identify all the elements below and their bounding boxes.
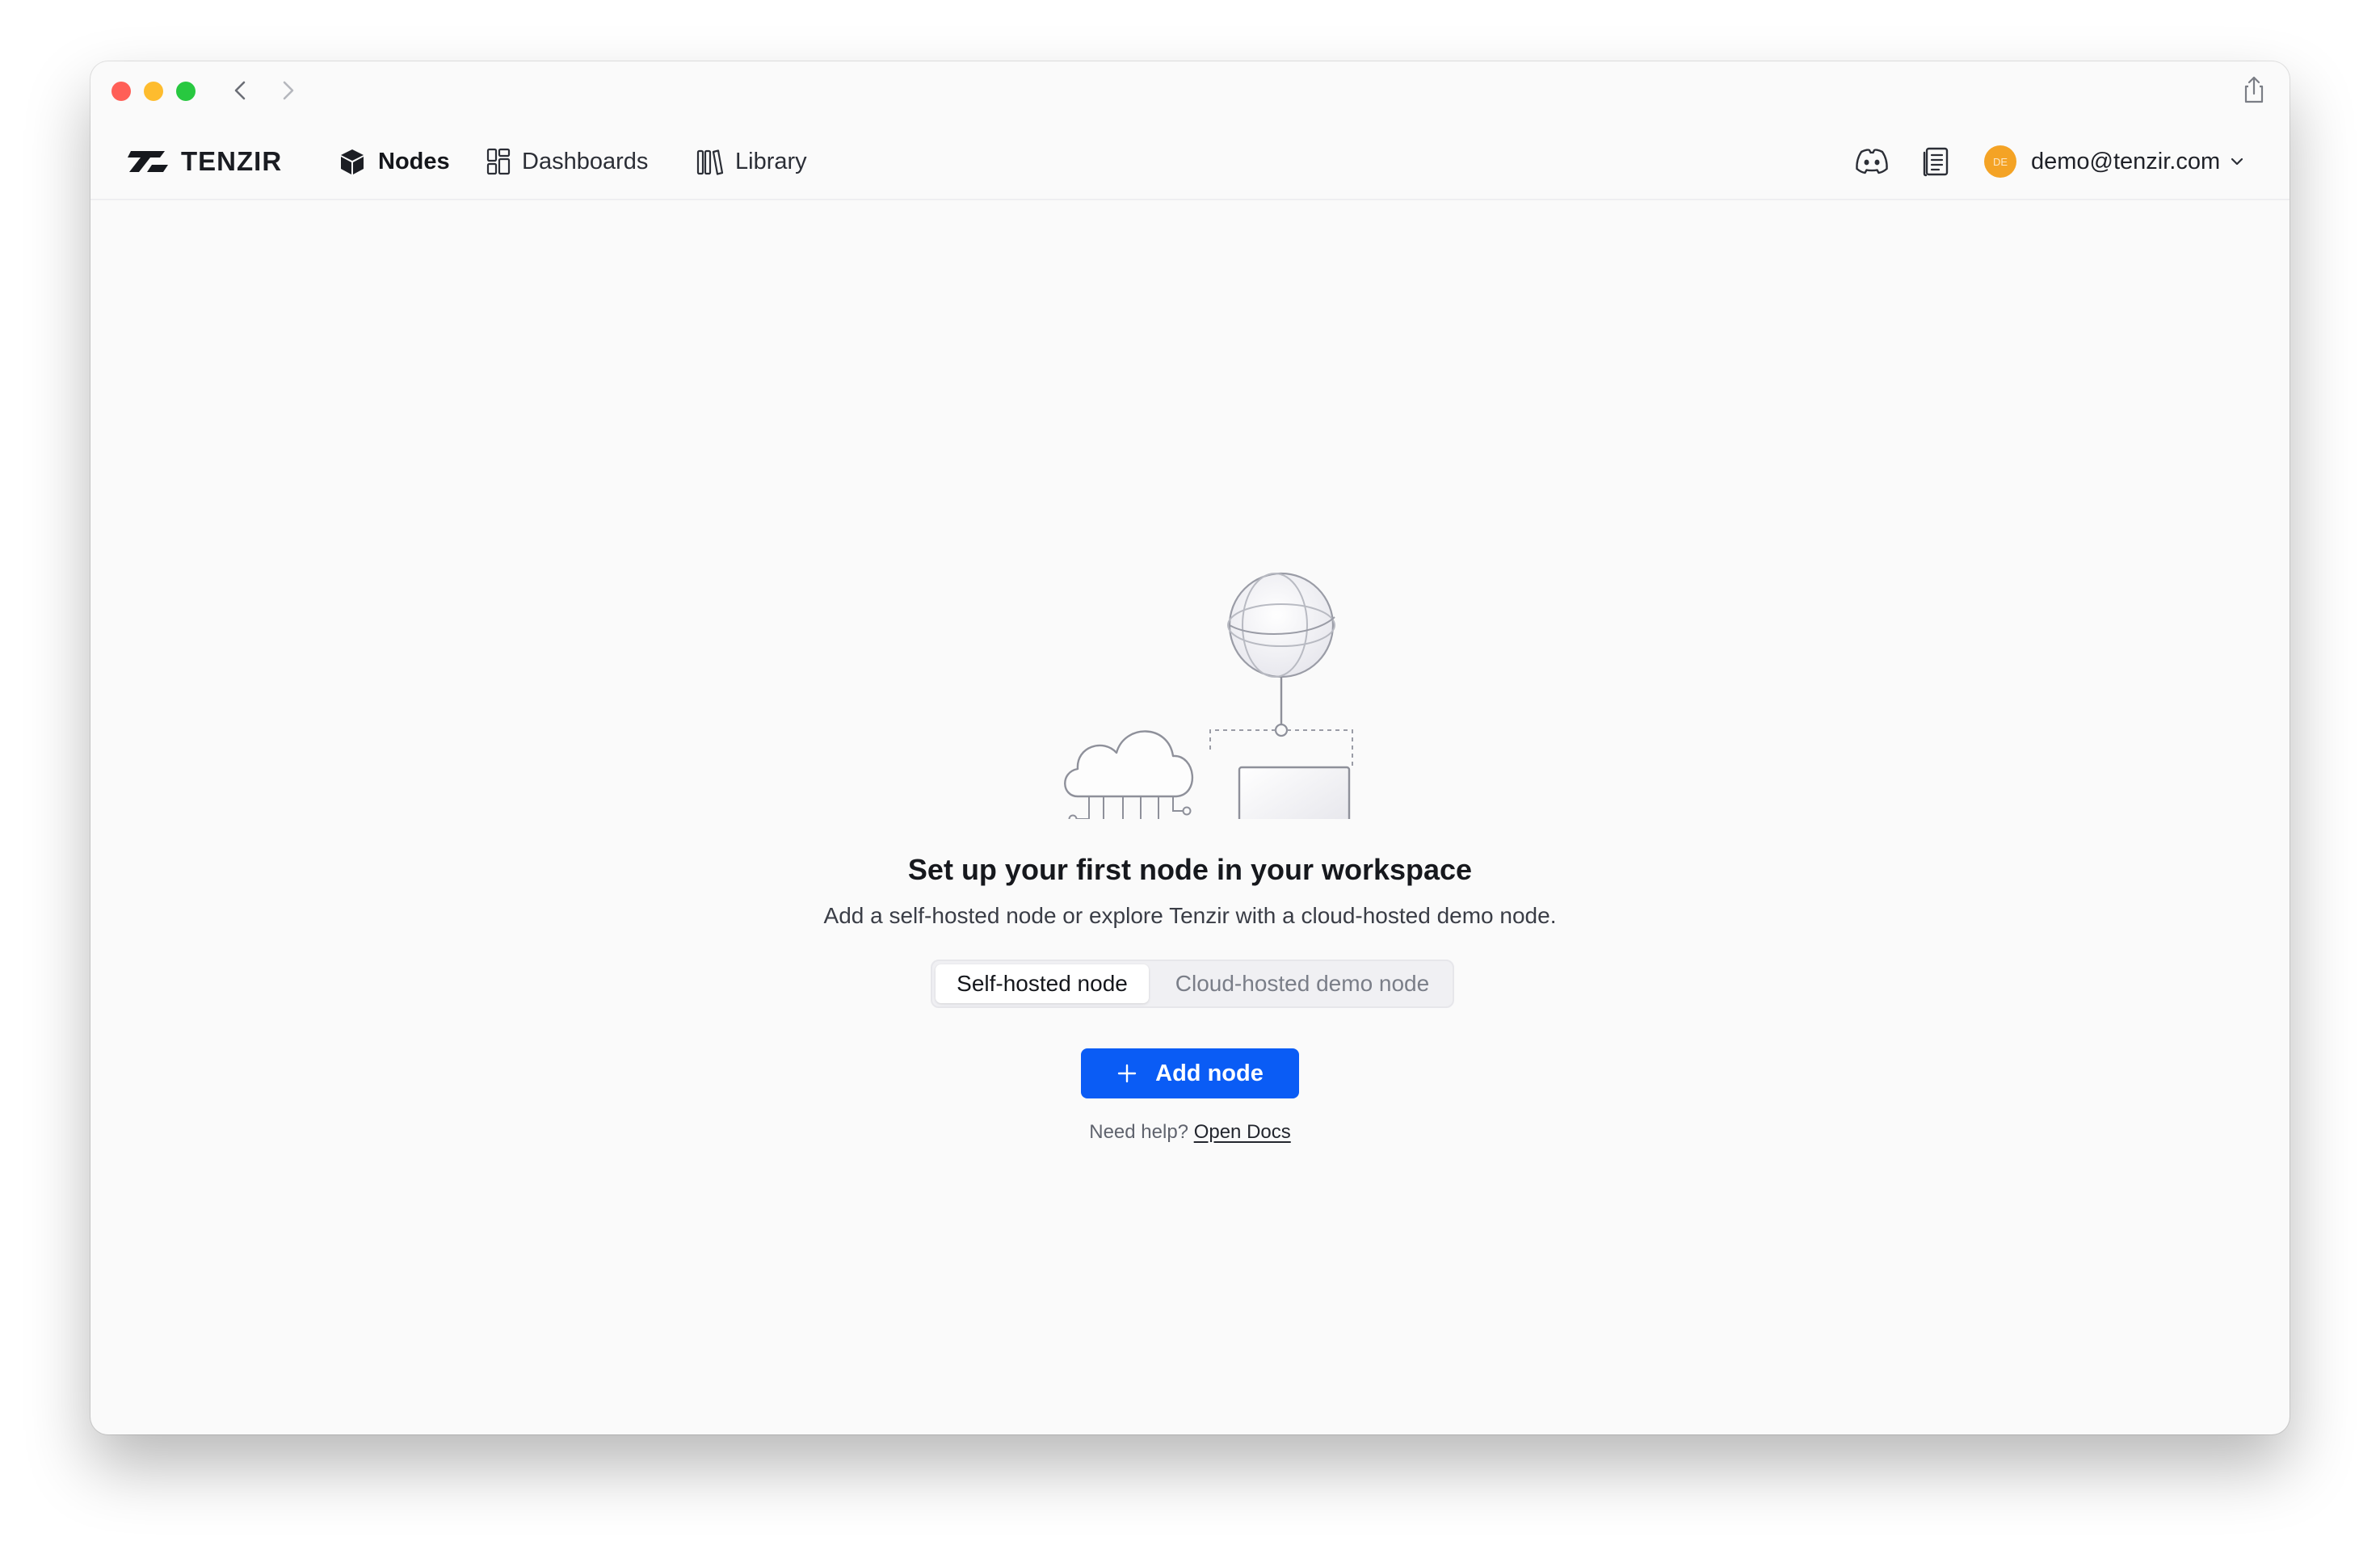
tenzir-logo[interactable]: TENZIR	[128, 146, 283, 176]
nav-nodes-label: Nodes	[378, 148, 450, 174]
minimize-window-button[interactable]	[144, 82, 163, 101]
nav-library-label: Library	[735, 148, 807, 174]
node-type-toggle: Self-hosted node Cloud-hosted demo node	[931, 960, 1454, 1008]
plus-icon	[1117, 1064, 1137, 1083]
nav-dashboards-label: Dashboards	[522, 148, 649, 174]
user-email: demo@tenzir.com	[2031, 148, 2221, 174]
nav-library[interactable]: Library	[696, 142, 807, 181]
empty-state-title: Set up your first node in your workspace	[907, 853, 1473, 886]
help-line: Need help? Open Docs	[90, 1121, 2290, 1144]
empty-state-subtitle: Add a self-hosted node or explore Tenzir…	[823, 903, 1557, 928]
nav-nodes[interactable]: Nodes	[338, 142, 450, 181]
node-setup-illustration	[1064, 572, 1353, 819]
add-node-label: Add node	[1155, 1060, 1264, 1086]
nav-dashboards[interactable]: Dashboards	[486, 142, 648, 181]
monitor-icon	[1238, 766, 1351, 819]
tenzir-mark-icon	[128, 151, 168, 172]
discord-icon[interactable]	[1852, 142, 1892, 181]
title-bar	[90, 61, 2290, 124]
globe-icon	[1227, 572, 1335, 678]
cube-icon	[341, 149, 364, 174]
user-menu[interactable]: DE demo@tenzir.com	[1984, 142, 2246, 181]
help-prefix: Need help?	[1089, 1121, 1189, 1143]
add-node-button[interactable]: Add node	[1081, 1048, 1299, 1098]
browser-window: TENZIR Nodes Dashboards Library DE demo@…	[90, 61, 2290, 1434]
tab-self-hosted-node[interactable]: Self-hosted node	[936, 964, 1149, 1003]
tab-cloud-hosted-demo-node[interactable]: Cloud-hosted demo node	[1155, 964, 1449, 1003]
logo-text: TENZIR	[181, 146, 283, 176]
app-header: TENZIR Nodes Dashboards Library DE demo@…	[90, 124, 2290, 200]
chevron-right-icon[interactable]	[273, 76, 302, 105]
chevron-down-icon	[2231, 158, 2243, 166]
avatar: DE	[1984, 145, 2016, 178]
library-icon	[696, 149, 724, 175]
docs-icon[interactable]	[1916, 142, 1957, 181]
share-icon[interactable]	[2239, 74, 2269, 105]
close-window-button[interactable]	[111, 82, 131, 101]
dashboard-icon	[486, 148, 511, 175]
open-docs-link[interactable]: Open Docs	[1194, 1121, 1291, 1143]
cloud-icon	[1064, 730, 1194, 819]
zoom-window-button[interactable]	[176, 82, 196, 101]
chevron-left-icon[interactable]	[226, 76, 255, 105]
